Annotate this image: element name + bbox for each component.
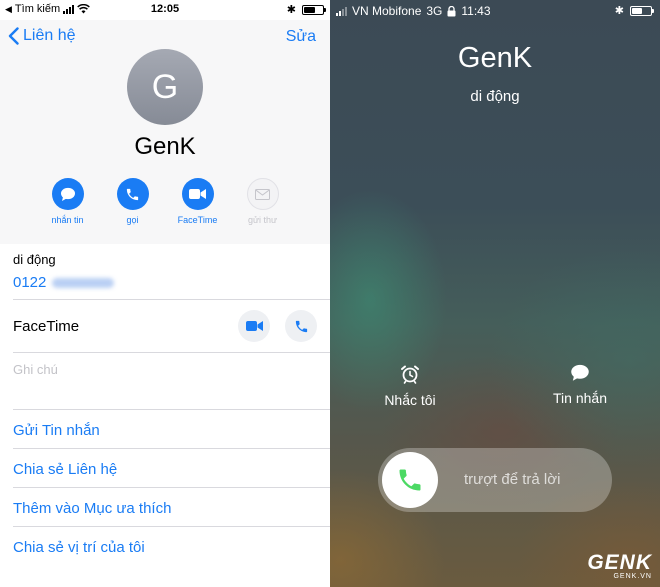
answer-slider-handle[interactable] — [382, 452, 438, 508]
share-location-link[interactable]: Chia sẻ vị trí của tôi — [13, 527, 330, 566]
caller-name: GenK — [457, 42, 533, 74]
slide-to-answer[interactable]: trượt để trả lời — [378, 448, 612, 512]
facetime-action-label: FaceTime — [177, 215, 218, 225]
contact-screen: ◀ Tìm kiếm 12:05 ✱ Liên hệ Sửa G GenK nh… — [0, 0, 330, 587]
caller-line-type: di động — [470, 88, 520, 105]
contact-name: GenK — [134, 133, 196, 160]
reply-message-button[interactable]: Tin nhắn — [535, 364, 625, 406]
message-icon — [571, 364, 589, 381]
alarm-clock-icon — [401, 365, 419, 384]
remind-me-label: Nhắc tôi — [384, 392, 436, 408]
message-action-label: nhắn tin — [51, 215, 84, 225]
bluetooth-icon: ✱ — [286, 4, 296, 16]
facetime-label: FaceTime — [13, 318, 80, 335]
video-icon — [189, 189, 206, 199]
remind-me-button[interactable]: Nhắc tôi — [365, 364, 455, 408]
quick-actions: nhắn tin gọi FaceTime gửi thư — [35, 178, 295, 225]
status-time: 12:05 — [150, 3, 180, 15]
network-type: 3G — [426, 4, 443, 18]
notes-placeholder: Ghi chú — [13, 362, 58, 377]
battery-icon — [302, 4, 326, 15]
facetime-action-button[interactable]: FaceTime — [165, 178, 230, 225]
add-to-favorites-link[interactable]: Thêm vào Mục ưa thích — [13, 488, 330, 527]
video-icon — [245, 321, 263, 331]
mail-icon — [255, 188, 270, 200]
phone-type-label: di động — [13, 252, 56, 267]
battery-icon — [630, 5, 654, 16]
facetime-row: FaceTime — [13, 300, 330, 353]
lock-icon — [447, 5, 456, 16]
carrier-name: VN Mobifone — [352, 4, 422, 18]
slide-to-answer-label: trượt để trả lời — [464, 471, 561, 488]
phone-number[interactable]: 0122 — [13, 274, 115, 291]
phone-icon — [126, 188, 139, 200]
share-contact-link[interactable]: Chia sẻ Liên hệ — [13, 449, 330, 488]
avatar: G — [127, 49, 203, 125]
phone-number-prefix: 0122 — [13, 274, 47, 291]
contacts-back-button[interactable]: Liên hệ — [8, 27, 76, 45]
chevron-left-icon — [8, 27, 19, 45]
edit-button[interactable]: Sửa — [286, 28, 316, 46]
message-icon — [60, 187, 75, 201]
genk-watermark: GENK GENK.VN — [587, 551, 652, 580]
facetime-audio-button[interactable] — [285, 310, 317, 342]
contacts-back-label: Liên hệ — [23, 27, 76, 44]
phone-number-redacted — [52, 277, 115, 288]
send-message-link[interactable]: Gửi Tin nhắn — [13, 410, 330, 449]
bluetooth-icon: ✱ — [614, 5, 624, 17]
reply-message-label: Tin nhắn — [553, 390, 607, 406]
message-action-button[interactable]: nhắn tin — [35, 178, 100, 225]
facetime-video-button[interactable] — [238, 310, 270, 342]
mail-action-label: gửi thư — [247, 215, 278, 225]
status-bar: VN Mobifone 3G 11:43 ✱ — [330, 0, 660, 20]
incoming-call-screen: VN Mobifone 3G 11:43 ✱ GenK di động Nhắc… — [330, 0, 660, 587]
phone-icon — [399, 469, 421, 491]
call-action-label: gọi — [126, 215, 139, 225]
watermark-logo: GENK — [587, 551, 652, 574]
status-bar: ◀ Tìm kiếm 12:05 ✱ — [0, 0, 330, 20]
status-time: 11:43 — [461, 4, 491, 18]
contact-header: Liên hệ Sửa G GenK nhắn tin gọi FaceTime… — [0, 20, 330, 244]
notes-field[interactable]: Ghi chú — [13, 353, 330, 410]
phone-icon — [295, 320, 307, 332]
phone-number-row[interactable]: di động 0122 — [13, 244, 330, 300]
signal-icon — [336, 6, 347, 16]
mail-action-button[interactable]: gửi thư — [230, 178, 295, 225]
call-action-button[interactable]: gọi — [100, 178, 165, 225]
